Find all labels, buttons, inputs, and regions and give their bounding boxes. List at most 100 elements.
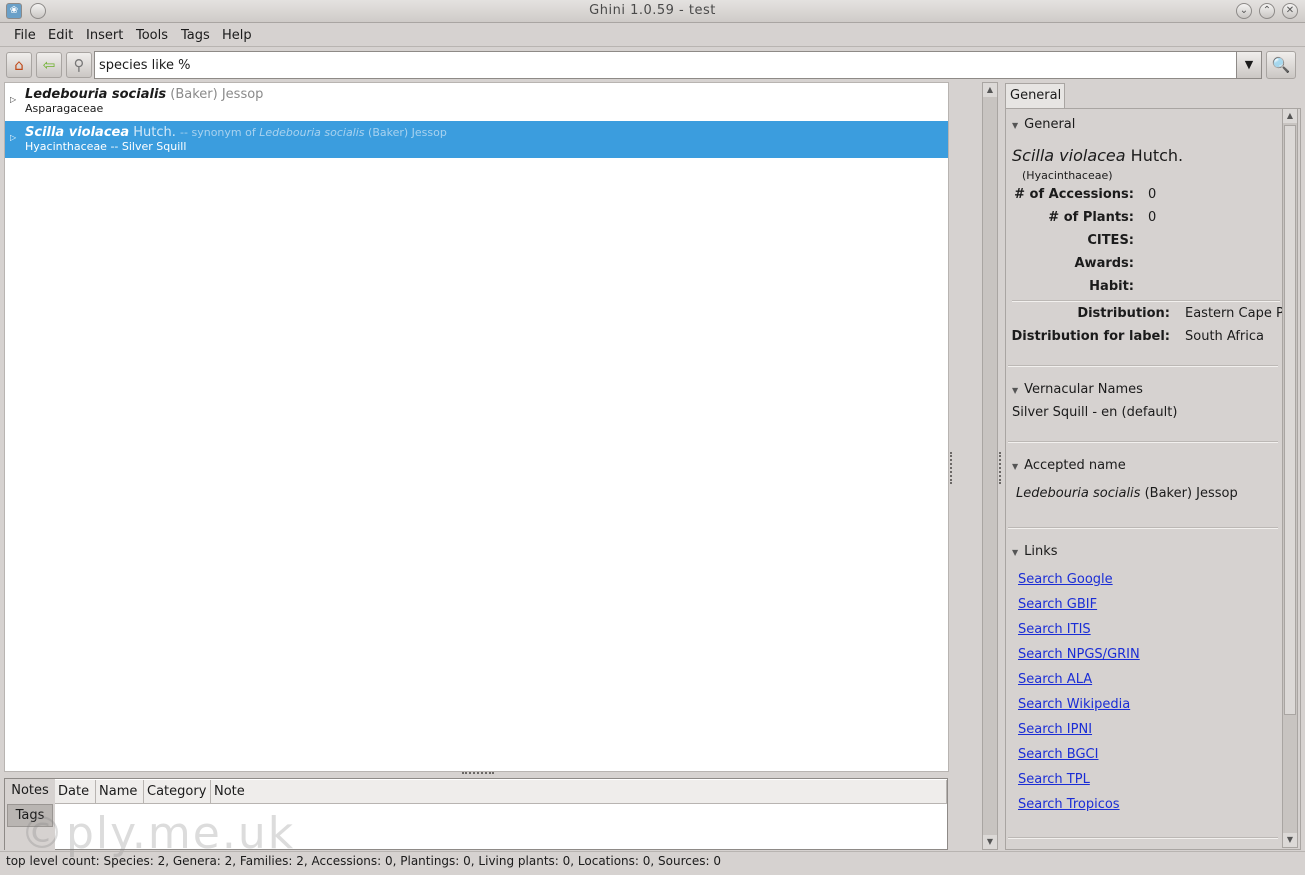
menu-help[interactable]: Help: [222, 28, 252, 43]
menu-insert[interactable]: Insert: [86, 28, 123, 43]
scroll-down-icon[interactable]: ▼: [1283, 833, 1297, 847]
detail-species-name: Scilla violacea: [1012, 146, 1126, 165]
section-general-header[interactable]: ▼ General: [1012, 117, 1075, 132]
details-content: ▼ General Scilla violacea Hutch. (Hyacint…: [1005, 108, 1301, 850]
value-distribution-for-label: South Africa: [1185, 329, 1264, 344]
search-input[interactable]: [94, 51, 1237, 79]
link-search-itis[interactable]: Search ITIS: [1018, 622, 1091, 637]
label-habit: Habit:: [1089, 279, 1134, 294]
label-distribution-for-label: Distribution for label:: [1011, 329, 1170, 344]
divider: [1008, 527, 1278, 529]
window-title: Ghini 1.0.59 - test: [589, 3, 716, 18]
divider: [1012, 300, 1280, 302]
column-date[interactable]: Date: [55, 780, 96, 804]
history-icon[interactable]: ⚲: [66, 52, 92, 78]
results-scrollbar[interactable]: ▲ ▼: [982, 82, 998, 850]
scroll-up-icon[interactable]: ▲: [983, 83, 997, 97]
section-label: General: [1024, 117, 1076, 132]
menu-file[interactable]: File: [14, 28, 36, 43]
search-icon[interactable]: 🔍: [1266, 51, 1296, 79]
divider: [1008, 837, 1278, 839]
details-panel: General ▼ General Scilla violacea Hutch. …: [1004, 82, 1301, 850]
result-row[interactable]: ▷ Ledebouria socialis (Baker) Jessop Asp…: [5, 83, 948, 120]
link-search-wikipedia[interactable]: Search Wikipedia: [1018, 697, 1130, 712]
chevron-down-icon[interactable]: ▼: [1236, 51, 1262, 79]
link-search-ipni[interactable]: Search IPNI: [1018, 722, 1092, 737]
result-row-selected[interactable]: ▷ Scilla violacea Hutch. -- synonym of L…: [5, 121, 948, 158]
menu-tools[interactable]: Tools: [136, 28, 168, 43]
result-subtitle: Hyacinthaceae -- Silver Squill: [25, 140, 187, 153]
label-accessions: # of Accessions:: [1014, 187, 1134, 202]
species-author: Hutch.: [133, 125, 176, 140]
section-accepted-header[interactable]: ▼ Accepted name: [1012, 458, 1126, 473]
label-distribution: Distribution:: [1077, 306, 1170, 321]
detail-species-title: Scilla violacea Hutch.: [1012, 146, 1183, 165]
species-name: Scilla violacea: [25, 125, 130, 140]
pane-resize-handle[interactable]: [950, 452, 953, 484]
synonym-label: -- synonym of: [180, 126, 256, 139]
detail-species-author: Hutch.: [1130, 146, 1184, 165]
results-tree: ▷ Ledebouria socialis (Baker) Jessop Asp…: [4, 82, 949, 772]
vernacular-name: Silver Squill - en (default): [1012, 405, 1178, 420]
tab-general[interactable]: General: [1005, 83, 1065, 108]
detail-family: (Hyacinthaceae): [1022, 169, 1113, 182]
value-accessions: 0: [1148, 187, 1157, 202]
column-name[interactable]: Name: [96, 780, 144, 804]
label-awards: Awards:: [1074, 256, 1135, 271]
label-plants: # of Plants:: [1048, 210, 1134, 225]
status-bar: top level count: Species: 2, Genera: 2, …: [0, 851, 1305, 873]
expander-icon[interactable]: ▷: [10, 133, 16, 142]
link-search-gbif[interactable]: Search GBIF: [1018, 597, 1097, 612]
synonym-note: -- synonym of Ledebouria socialis (Baker…: [180, 126, 447, 139]
result-title: Ledebouria socialis (Baker) Jessop: [25, 87, 263, 102]
close-icon[interactable]: ✕: [1282, 3, 1298, 19]
link-search-bgci[interactable]: Search BGCI: [1018, 747, 1098, 762]
tab-notes[interactable]: Notes: [7, 780, 53, 803]
expander-icon[interactable]: ▷: [10, 95, 16, 104]
label-cites: CITES:: [1087, 233, 1134, 248]
back-icon[interactable]: ⇦: [36, 52, 62, 78]
expander-down-icon: ▼: [1012, 462, 1019, 471]
synonym-author: (Baker) Jessop: [368, 126, 447, 139]
species-author: (Baker) Jessop: [170, 87, 264, 102]
menu-tags[interactable]: Tags: [181, 28, 210, 43]
section-vernacular-header[interactable]: ▼ Vernacular Names: [1012, 382, 1143, 397]
title-bar: ❀ Ghini 1.0.59 - test ⌄ ⌃ ✕: [0, 0, 1305, 23]
column-category[interactable]: Category: [144, 780, 211, 804]
toolbar: ⌂ ⇦ ⚲ ▼ 🔍: [0, 48, 1305, 82]
scroll-down-icon[interactable]: ▼: [983, 835, 997, 849]
link-search-npgs-grin[interactable]: Search NPGS/GRIN: [1018, 647, 1140, 662]
accepted-author: (Baker) Jessop: [1144, 486, 1238, 501]
column-note[interactable]: Note: [211, 780, 947, 804]
synonym-species: Ledebouria socialis: [259, 126, 365, 139]
link-search-tpl[interactable]: Search TPL: [1018, 772, 1090, 787]
species-name: Ledebouria socialis: [25, 87, 167, 102]
expander-down-icon: ▼: [1012, 121, 1019, 130]
divider: [1008, 365, 1278, 367]
link-search-tropicos[interactable]: Search Tropicos: [1018, 797, 1120, 812]
expander-down-icon: ▼: [1012, 386, 1019, 395]
pane-resize-handle[interactable]: [999, 452, 1002, 484]
value-distribution: Eastern Cape P: [1185, 306, 1284, 321]
minimize-icon[interactable]: ⌄: [1236, 3, 1252, 19]
accepted-species: Ledebouria socialis: [1016, 486, 1141, 501]
section-links-header[interactable]: ▼ Links: [1012, 544, 1058, 559]
scroll-up-icon[interactable]: ▲: [1283, 109, 1297, 123]
link-search-google[interactable]: Search Google: [1018, 572, 1113, 587]
scrollbar-thumb[interactable]: [1284, 125, 1296, 715]
maximize-icon[interactable]: ⌃: [1259, 3, 1275, 19]
section-label: Links: [1024, 544, 1058, 559]
notes-resize-handle[interactable]: [462, 772, 494, 776]
menu-edit[interactable]: Edit: [48, 28, 73, 43]
section-label: Vernacular Names: [1024, 382, 1143, 397]
result-title: Scilla violacea Hutch. -- synonym of Led…: [25, 125, 447, 140]
result-subtitle: Asparagaceae: [25, 102, 104, 115]
value-plants: 0: [1148, 210, 1157, 225]
menu-bar: File Edit Insert Tools Tags Help: [0, 24, 1305, 47]
details-scrollbar[interactable]: ▲ ▼: [1282, 108, 1298, 848]
section-label: Accepted name: [1024, 458, 1126, 473]
home-icon[interactable]: ⌂: [6, 52, 32, 78]
link-search-ala[interactable]: Search ALA: [1018, 672, 1092, 687]
accepted-name: Ledebouria socialis (Baker) Jessop: [1016, 486, 1238, 501]
expander-down-icon: ▼: [1012, 548, 1019, 557]
